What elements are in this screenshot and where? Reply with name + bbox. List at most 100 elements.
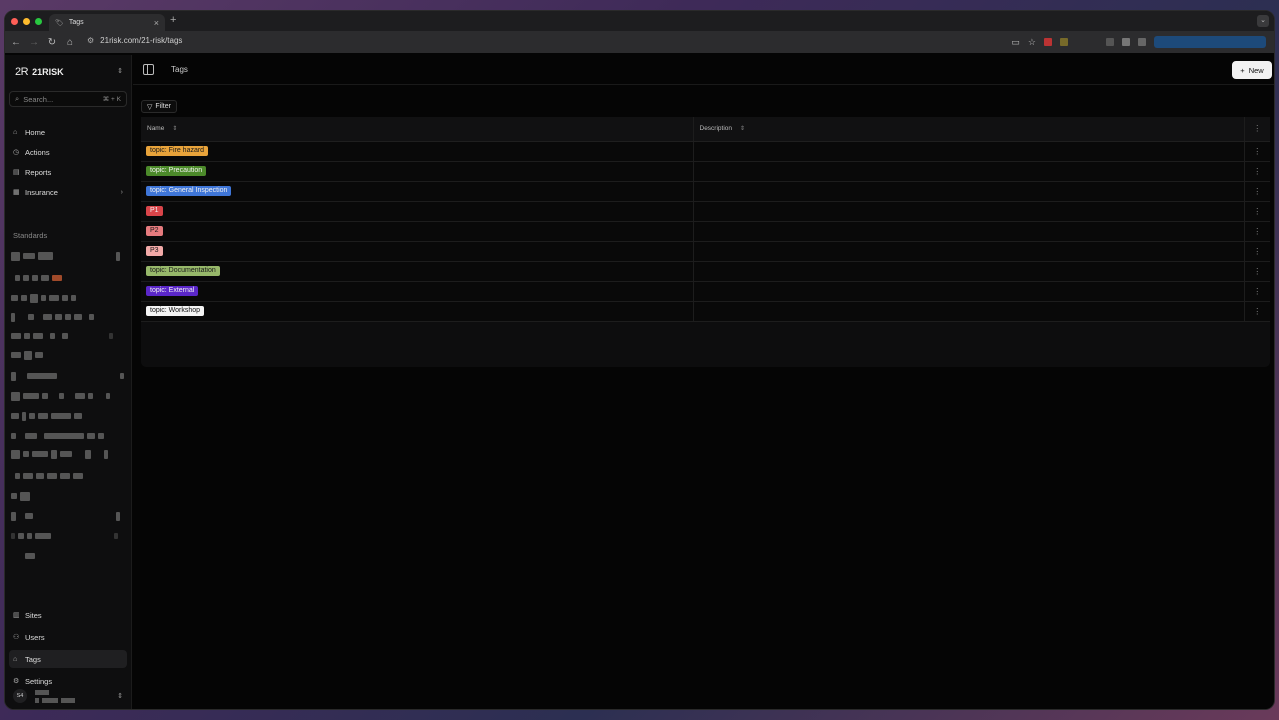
- extension-icon[interactable]: [1106, 38, 1114, 46]
- user-menu[interactable]: S4 ⇕: [9, 685, 127, 707]
- page-title: Tags: [171, 65, 188, 74]
- url-field[interactable]: ⚙ 21risk.com/21-risk/tags: [87, 36, 182, 45]
- filter-button[interactable]: ▽ Filter: [141, 100, 177, 113]
- standard-item-redacted[interactable]: [11, 531, 118, 541]
- row-menu-icon[interactable]: ⋮: [1243, 221, 1270, 242]
- standard-item-redacted[interactable]: [11, 491, 30, 501]
- row-menu-icon[interactable]: ⋮: [1243, 281, 1270, 302]
- standard-item-redacted[interactable]: [11, 471, 83, 481]
- sidebar-item-users[interactable]: ⚇ Users: [9, 628, 127, 646]
- standard-item-redacted[interactable]: [11, 251, 120, 261]
- extension-icon[interactable]: [1060, 38, 1068, 46]
- search-input[interactable]: ⌕ Search... ⌘ + K: [9, 91, 127, 107]
- standard-item-redacted[interactable]: [11, 511, 120, 521]
- sidebar-item-actions[interactable]: ◷ Actions: [9, 143, 127, 161]
- tag-badge[interactable]: topic: Workshop: [146, 306, 205, 316]
- sort-icon[interactable]: ⇕: [172, 126, 177, 132]
- tag-description-cell: [692, 221, 1244, 242]
- new-tab-button[interactable]: +: [170, 14, 176, 26]
- new-tag-button[interactable]: + New: [1232, 61, 1272, 79]
- standard-item-redacted[interactable]: [11, 350, 43, 360]
- maximize-window-button[interactable]: [35, 17, 42, 25]
- forward-icon[interactable]: →: [25, 37, 43, 48]
- sidebar-item-sites[interactable]: ▥ Sites: [9, 606, 127, 624]
- minimize-window-button[interactable]: [23, 17, 30, 25]
- home-browser-icon[interactable]: ⌂: [61, 37, 79, 48]
- table-row[interactable]: topic: Precaution ⋮: [141, 161, 1270, 182]
- standard-item-redacted[interactable]: [11, 293, 76, 303]
- row-menu-icon[interactable]: ⋮: [1243, 181, 1270, 202]
- tag-badge[interactable]: P2: [146, 226, 163, 236]
- tag-name-cell: topic: External: [141, 281, 693, 302]
- sort-icon[interactable]: ⇕: [740, 126, 745, 132]
- row-menu-icon[interactable]: ⋮: [1243, 141, 1270, 162]
- tab-search-button[interactable]: ⌄: [1257, 15, 1269, 27]
- browser-tab[interactable]: 🏷 Tags ×: [49, 14, 165, 31]
- standard-item-redacted[interactable]: [11, 371, 124, 381]
- tag-badge[interactable]: P3: [146, 246, 163, 256]
- table-row[interactable]: topic: Documentation ⋮: [141, 261, 1270, 282]
- reload-icon[interactable]: ↻: [43, 37, 61, 48]
- row-menu-icon[interactable]: ⋮: [1243, 261, 1270, 282]
- new-button-label: New: [1248, 65, 1264, 75]
- sidebar-item-tags[interactable]: ⌂ Tags: [9, 650, 127, 668]
- profile-bar[interactable]: [1154, 36, 1266, 48]
- site-settings-icon[interactable]: ⚙: [87, 36, 94, 45]
- description-column-header[interactable]: Description ⇕: [692, 117, 1244, 142]
- tag-badge[interactable]: topic: Precaution: [146, 166, 207, 176]
- tag-name-cell: P1: [141, 201, 693, 222]
- tag-favicon-icon: 🏷: [55, 19, 64, 27]
- row-menu-icon[interactable]: ⋮: [1243, 201, 1270, 222]
- tag-badge[interactable]: topic: External: [146, 286, 199, 296]
- standard-item-redacted[interactable]: [11, 449, 108, 459]
- cast-icon[interactable]: ▭: [1011, 37, 1020, 48]
- sidebar-item-label: Reports: [25, 167, 52, 177]
- url-text: 21risk.com/21-risk/tags: [100, 36, 183, 45]
- bookmark-star-icon[interactable]: ☆: [1028, 37, 1036, 48]
- brand[interactable]: 2R 21RISK: [15, 66, 64, 78]
- standard-item-redacted[interactable]: [11, 411, 82, 421]
- close-tab-icon[interactable]: ×: [154, 18, 159, 28]
- table-row[interactable]: topic: Workshop ⋮: [141, 301, 1270, 322]
- tag-badge[interactable]: topic: Documentation: [146, 266, 220, 276]
- tag-description-cell: [692, 241, 1244, 262]
- workspace-switcher-icon[interactable]: ⇕: [117, 67, 123, 75]
- tag-badge[interactable]: P1: [146, 206, 163, 216]
- toggle-sidebar-icon[interactable]: [143, 64, 154, 75]
- tab-bar: 🏷 Tags × + ⌄: [5, 11, 1274, 31]
- sidebar-item-reports[interactable]: ▤ Reports: [9, 163, 127, 181]
- tag-description-cell: [692, 301, 1244, 322]
- tags-table-container: Name ⇕ Description ⇕ ⋮ topic: Fire hazard ⋮…: [141, 117, 1270, 367]
- actions-icon: ◷: [13, 149, 20, 156]
- row-menu-icon[interactable]: ⋮: [1243, 161, 1270, 182]
- sites-icon: ▥: [13, 612, 20, 619]
- back-icon[interactable]: ←: [7, 37, 25, 48]
- standard-item-redacted[interactable]: [11, 551, 35, 561]
- table-row[interactable]: P2 ⋮: [141, 221, 1270, 242]
- table-row[interactable]: topic: Fire hazard ⋮: [141, 141, 1270, 162]
- plus-icon: +: [1240, 65, 1245, 75]
- sidebar-item-insurance[interactable]: ▦ Insurance ›: [9, 183, 127, 201]
- extension-icon[interactable]: [1044, 38, 1052, 46]
- close-window-button[interactable]: [11, 17, 18, 25]
- columns-menu-icon[interactable]: ⋮: [1243, 117, 1270, 142]
- standard-item-redacted[interactable]: [11, 391, 110, 401]
- table-row[interactable]: P1 ⋮: [141, 201, 1270, 222]
- tag-name-cell: topic: General Inspection: [141, 181, 693, 202]
- table-row[interactable]: topic: External ⋮: [141, 281, 1270, 302]
- tag-badge[interactable]: topic: Fire hazard: [146, 146, 209, 156]
- standard-item-redacted[interactable]: [11, 331, 113, 341]
- table-row[interactable]: topic: General Inspection ⋮: [141, 181, 1270, 202]
- page-header: Tags + New: [133, 55, 1274, 85]
- extension-icon[interactable]: [1122, 38, 1130, 46]
- sidebar-item-home[interactable]: ⌂ Home: [9, 123, 127, 141]
- standard-item-redacted[interactable]: [11, 431, 104, 441]
- row-menu-icon[interactable]: ⋮: [1243, 301, 1270, 322]
- standard-item-redacted[interactable]: [11, 312, 94, 322]
- name-column-header[interactable]: Name ⇕: [141, 117, 693, 142]
- row-menu-icon[interactable]: ⋮: [1243, 241, 1270, 262]
- table-row[interactable]: P3 ⋮: [141, 241, 1270, 262]
- extension-icon[interactable]: [1138, 38, 1146, 46]
- tag-badge[interactable]: topic: General Inspection: [146, 186, 232, 196]
- standard-item-redacted[interactable]: [11, 273, 62, 283]
